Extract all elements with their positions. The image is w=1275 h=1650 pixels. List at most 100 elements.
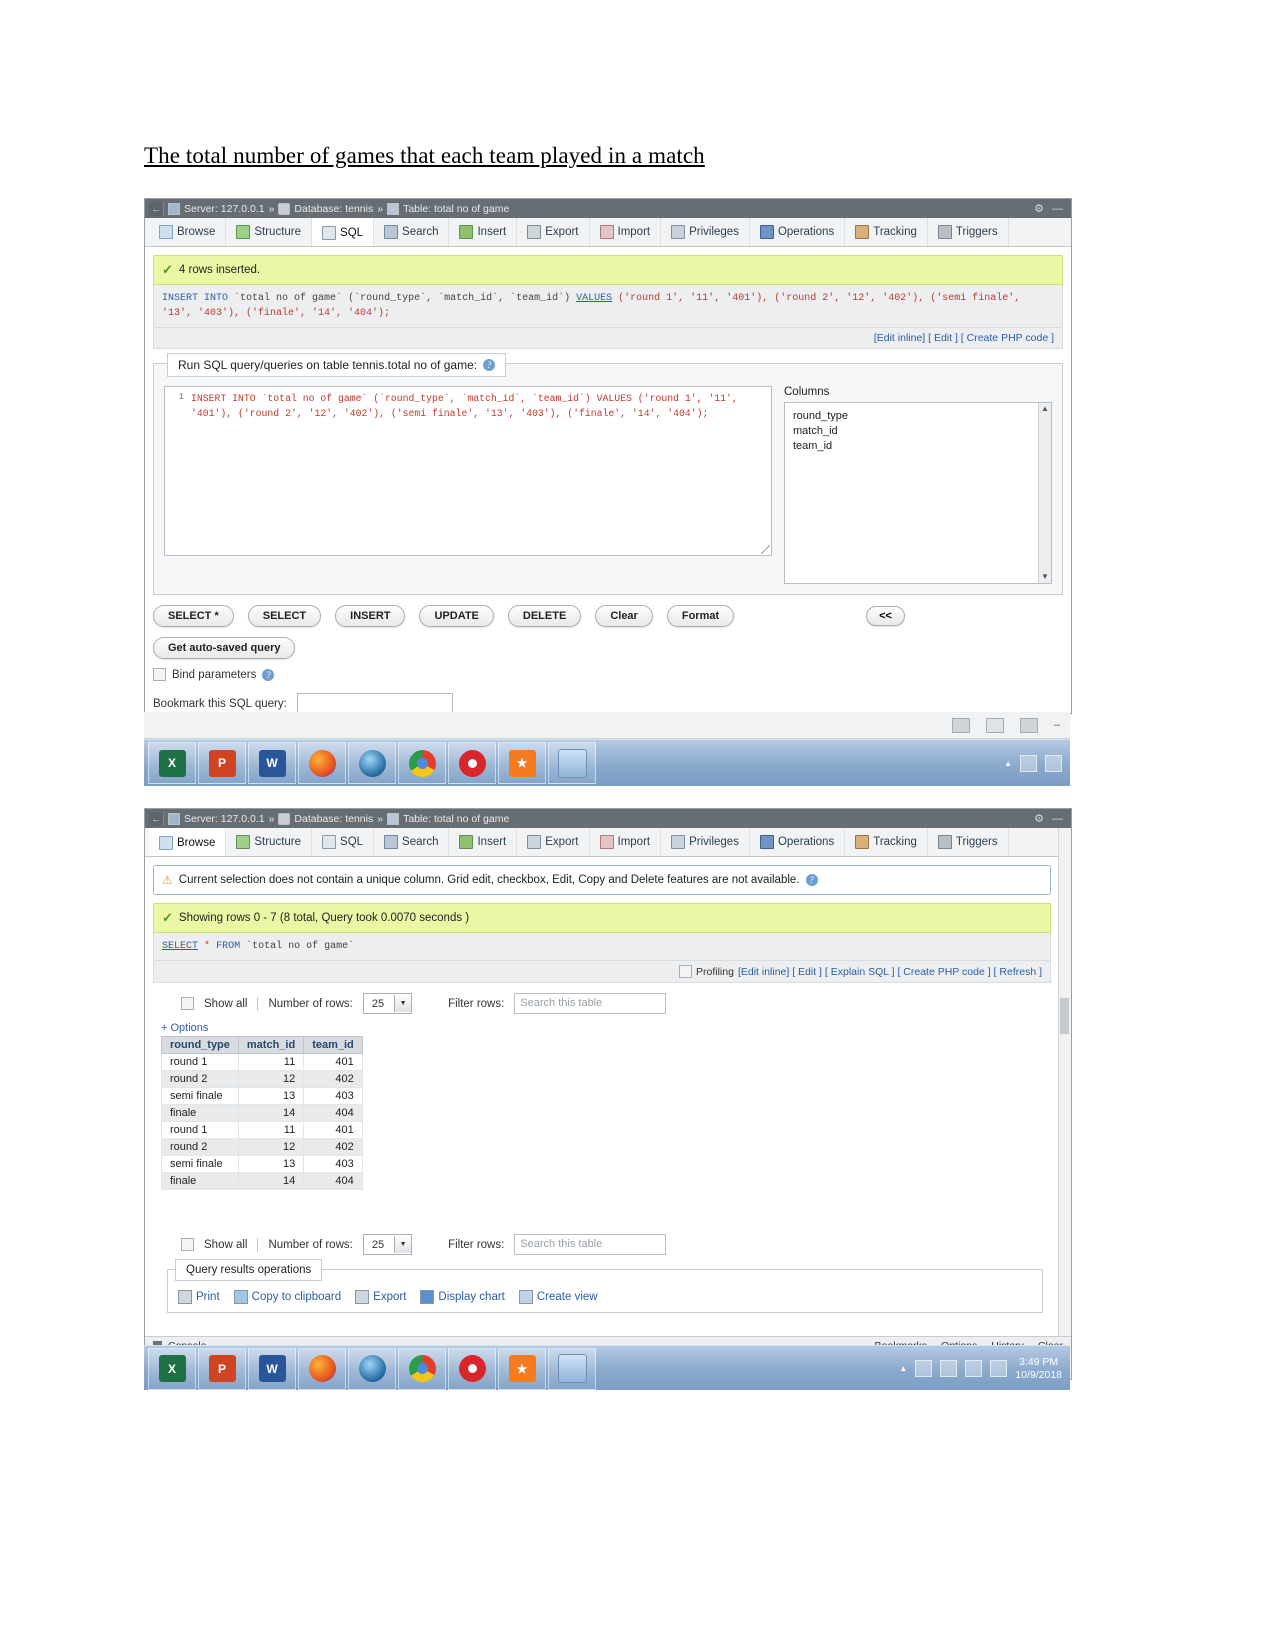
print-link[interactable]: Print (178, 1290, 220, 1304)
collapse-columns-button[interactable]: << (866, 606, 905, 626)
table-row[interactable]: round 1 11 401 (161, 1053, 363, 1071)
taskbar-word[interactable]: W (248, 742, 296, 784)
tray-security-icon[interactable] (915, 1360, 933, 1377)
table-row[interactable]: semi finale 13 403 (161, 1155, 363, 1173)
tray-expand-icon[interactable]: ▲ (899, 1364, 907, 1373)
display-chart-link[interactable]: Display chart (420, 1290, 505, 1304)
bookmark-input[interactable] (296, 693, 453, 713)
help-icon[interactable]: ? (805, 874, 818, 886)
tab-operations[interactable]: Operations (749, 828, 846, 856)
tab-browse[interactable]: Browse (149, 828, 227, 856)
tab-browse[interactable]: Browse (149, 218, 227, 246)
breadcrumb-database[interactable]: Database: tennis (294, 203, 373, 215)
show-all-checkbox-bottom[interactable] (181, 1238, 194, 1251)
tray-printer-icon[interactable] (940, 1360, 958, 1377)
tray-signal-icon[interactable] (965, 1360, 983, 1377)
back-arrow-icon[interactable]: ← (149, 201, 164, 216)
tab-search[interactable]: Search (374, 828, 450, 856)
tab-triggers[interactable]: Triggers (927, 218, 1009, 246)
table-row[interactable]: finale 14 404 (161, 1172, 363, 1190)
taskbar-window[interactable] (548, 1347, 596, 1390)
resize-handle-icon[interactable] (761, 545, 770, 554)
select-button[interactable]: SELECT (247, 605, 322, 627)
column-header-round-type[interactable]: round_type (161, 1036, 239, 1054)
table-row[interactable]: round 2 12 402 (161, 1138, 363, 1156)
tab-tracking[interactable]: Tracking (845, 828, 928, 856)
taskbar-firefox[interactable] (298, 742, 346, 784)
taskbar-clock[interactable]: 3:49 PM 10/9/2018 (1015, 1356, 1062, 1382)
column-header-team-id[interactable]: team_id (303, 1036, 363, 1054)
browse-action-links[interactable]: [Edit inline] [ Edit ] [ Explain SQL ] [… (738, 966, 1042, 978)
sql-query-textarea[interactable]: 1 INSERT INTO `total no of game` (`round… (164, 386, 772, 556)
taskbar-word[interactable]: W (248, 1347, 296, 1390)
column-item[interactable]: team_id (793, 439, 1043, 454)
thumbnail-view-icon[interactable] (1019, 717, 1038, 733)
table-row[interactable]: semi finale 13 403 (161, 1087, 363, 1105)
format-button[interactable]: Format (666, 605, 735, 627)
tab-privileges[interactable]: Privileges (661, 828, 750, 856)
columns-listbox[interactable]: round_type match_id team_id ▲ ▼ (784, 402, 1052, 584)
help-icon[interactable]: ? (483, 359, 496, 371)
scroll-down-icon[interactable]: ▼ (1039, 571, 1051, 583)
tab-search[interactable]: Search (374, 218, 450, 246)
chevron-down-icon[interactable]: ▼ (394, 995, 412, 1012)
breadcrumb-database[interactable]: Database: tennis (294, 813, 373, 825)
tab-insert[interactable]: Insert (449, 218, 518, 246)
taskbar-firefox[interactable] (298, 1347, 346, 1390)
filter-rows-input-bottom[interactable]: Search this table (514, 1234, 667, 1255)
taskbar-thunderbird[interactable] (348, 1347, 396, 1390)
tab-privileges[interactable]: Privileges (661, 218, 750, 246)
chevron-down-icon[interactable]: ▼ (394, 1236, 412, 1253)
create-view-link[interactable]: Create view (518, 1290, 598, 1304)
copy-to-clipboard-link[interactable]: Copy to clipboard (233, 1290, 341, 1304)
sql-action-links[interactable]: [Edit inline] [ Edit ] [ Create PHP code… (153, 328, 1063, 349)
breadcrumb-server[interactable]: Server: 127.0.0.1 (184, 203, 265, 215)
show-all-checkbox-top[interactable] (181, 997, 194, 1010)
number-of-rows-select-bottom[interactable]: 25 ▼ (362, 1234, 413, 1255)
taskbar-powerpoint[interactable]: P (198, 742, 246, 784)
table-row[interactable]: round 2 12 402 (161, 1070, 363, 1088)
options-toggle-link[interactable]: + Options (153, 1014, 1051, 1036)
taskbar-chrome[interactable] (398, 742, 446, 784)
tab-import[interactable]: Import (589, 828, 662, 856)
taskbar-opera[interactable] (448, 1347, 496, 1390)
breadcrumb-server[interactable]: Server: 127.0.0.1 (184, 813, 265, 825)
settings-gear-icon[interactable]: ⚙ (1034, 202, 1044, 215)
tray-expand-icon[interactable]: ▲ (1004, 759, 1012, 768)
zoom-out-icon[interactable]: – (1054, 719, 1060, 731)
number-of-rows-select-top[interactable]: 25 ▼ (362, 993, 413, 1014)
filter-rows-input-top[interactable]: Search this table (514, 993, 667, 1014)
book-view-icon[interactable] (951, 717, 970, 733)
tab-sql[interactable]: SQL (312, 828, 375, 856)
profiling-checkbox[interactable] (679, 965, 692, 978)
taskbar-thunderbird[interactable] (348, 742, 396, 784)
tray-security-icon[interactable] (1020, 754, 1037, 772)
table-row[interactable]: round 1 11 401 (161, 1121, 363, 1139)
table-row[interactable]: finale 14 404 (161, 1104, 363, 1122)
insert-button[interactable]: INSERT (335, 605, 406, 627)
tab-structure[interactable]: Structure (226, 218, 313, 246)
page-view-icon[interactable] (985, 717, 1004, 733)
tab-operations[interactable]: Operations (749, 218, 846, 246)
column-header-match-id[interactable]: match_id (237, 1036, 305, 1054)
scrollbar-thumb[interactable] (1060, 998, 1069, 1034)
tab-export[interactable]: Export (517, 828, 590, 856)
tab-insert[interactable]: Insert (449, 828, 518, 856)
get-auto-saved-query-button[interactable]: Get auto-saved query (153, 637, 296, 659)
export-link[interactable]: Export (355, 1290, 406, 1304)
settings-gear-icon[interactable]: ⚙ (1034, 812, 1044, 825)
page-scrollbar[interactable] (1058, 828, 1071, 1379)
tray-network-icon[interactable] (1045, 754, 1062, 772)
select-star-button[interactable]: SELECT * (153, 605, 234, 627)
breadcrumb-table[interactable]: Table: total no of game (403, 813, 509, 825)
taskbar-xampp[interactable]: ★ (498, 1347, 546, 1390)
tab-structure[interactable]: Structure (226, 828, 313, 856)
scroll-up-icon[interactable]: ▲ (1039, 403, 1051, 415)
delete-button[interactable]: DELETE (507, 605, 582, 627)
tab-tracking[interactable]: Tracking (845, 218, 928, 246)
tab-import[interactable]: Import (589, 218, 662, 246)
taskbar-xampp[interactable]: ★ (498, 742, 546, 784)
breadcrumb-table[interactable]: Table: total no of game (403, 203, 509, 215)
tab-triggers[interactable]: Triggers (927, 828, 1009, 856)
back-arrow-icon[interactable]: ← (149, 811, 164, 826)
